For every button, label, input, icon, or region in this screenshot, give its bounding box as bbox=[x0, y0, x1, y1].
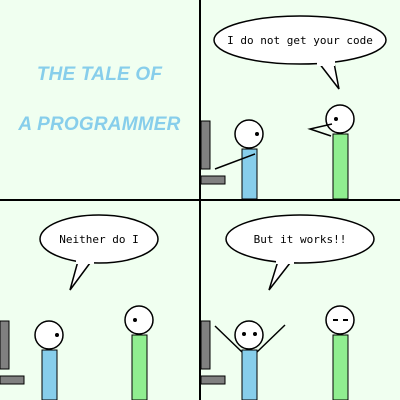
panel-answer: Neither do I bbox=[0, 201, 199, 400]
panel-4-art bbox=[201, 214, 375, 400]
panel-title: THE TALE OF A PROGRAMMER bbox=[0, 0, 199, 199]
speech-bubble bbox=[213, 15, 387, 90]
speech-text: But it works!! bbox=[253, 233, 347, 246]
panel-2-art bbox=[201, 15, 387, 199]
programmer-figure bbox=[214, 320, 286, 400]
programmer-figure bbox=[214, 119, 264, 199]
colleague-figure bbox=[307, 104, 355, 199]
panel-3-art bbox=[0, 214, 159, 400]
programmer-figure bbox=[34, 320, 64, 400]
speech-bubble bbox=[225, 214, 375, 291]
colleague-figure bbox=[124, 305, 154, 400]
panel-punchline: But it works!! bbox=[201, 201, 400, 400]
panel-divider-horizontal bbox=[0, 199, 400, 201]
colleague-figure bbox=[325, 305, 355, 400]
panel-question: I do not get your code bbox=[201, 0, 400, 199]
speech-text: Neither do I bbox=[59, 233, 139, 246]
chair bbox=[201, 320, 226, 385]
chair bbox=[201, 120, 226, 185]
speech-text: I do not get your code bbox=[227, 34, 373, 47]
title-line-1: THE TALE OF bbox=[36, 64, 163, 85]
chair bbox=[0, 320, 25, 385]
comic-strip: THE TALE OF A PROGRAMMER I do not get yo… bbox=[0, 0, 400, 400]
title-line-2: A PROGRAMMER bbox=[18, 114, 181, 135]
speech-bubble bbox=[39, 214, 159, 291]
